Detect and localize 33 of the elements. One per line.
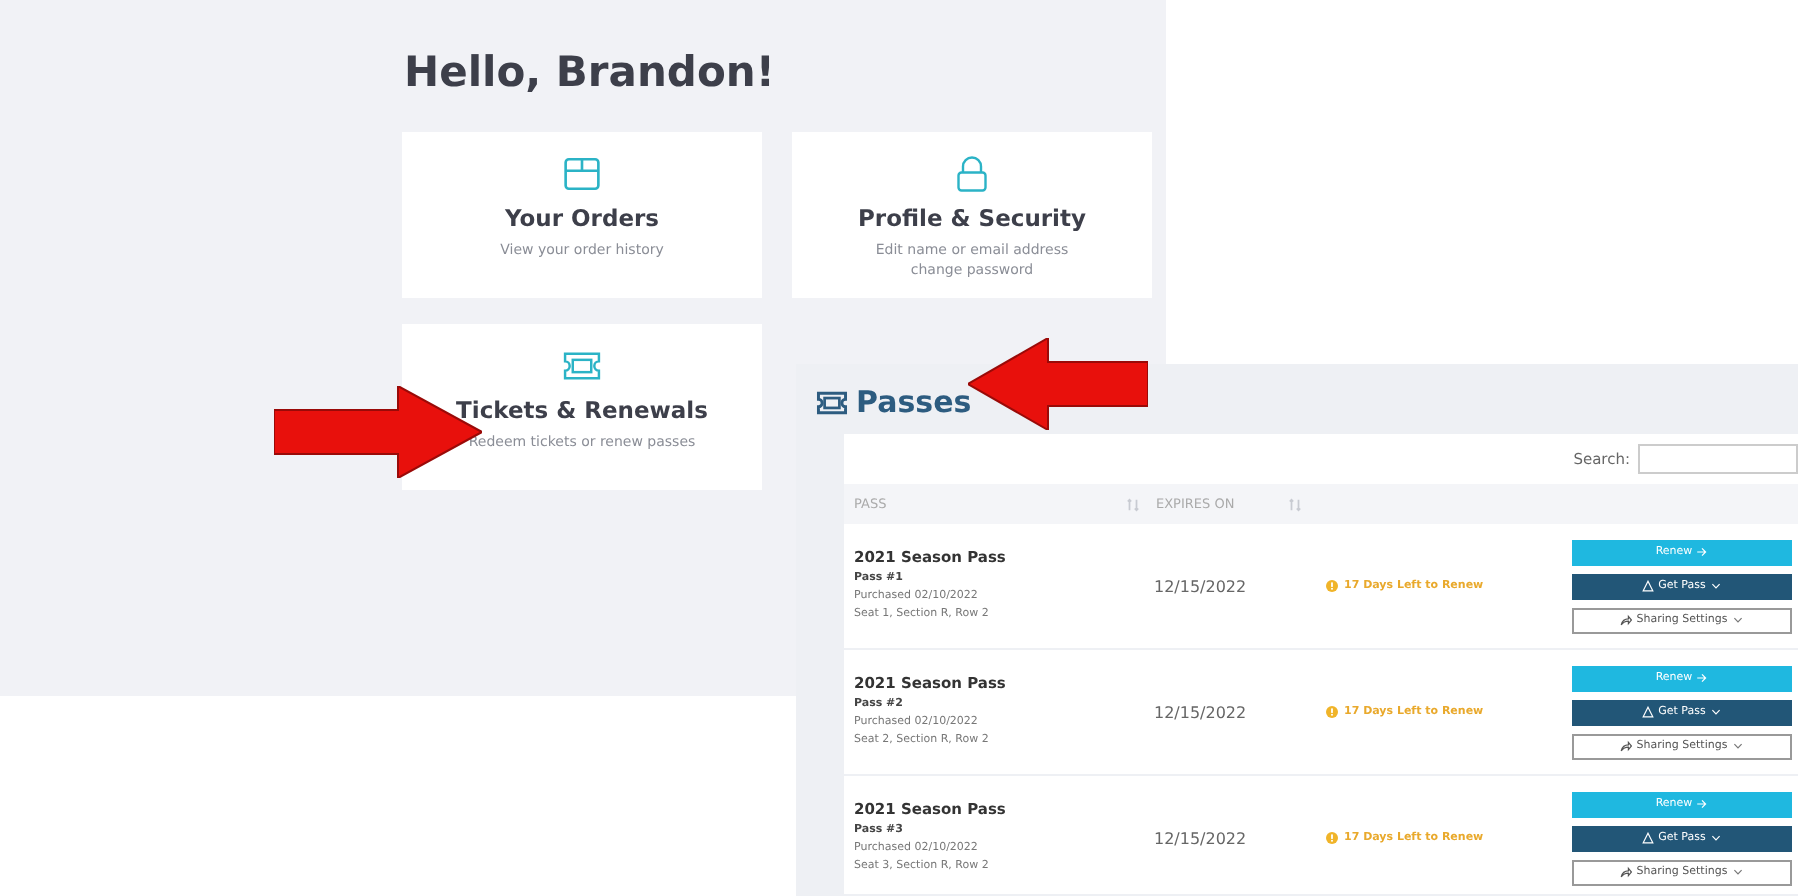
alert-icon [1326, 706, 1338, 718]
share-icon [1620, 740, 1633, 752]
card-title: Profile & Security [858, 204, 1086, 232]
card-title: Your Orders [504, 204, 660, 232]
chevron-down-icon [1731, 866, 1744, 878]
share-icon [1620, 614, 1633, 626]
ticket-icon [816, 389, 848, 415]
chevron-down-icon [1731, 614, 1744, 626]
chevron-down-icon [1709, 832, 1722, 844]
sort-icon[interactable] [1288, 497, 1302, 511]
chevron-down-icon [1709, 706, 1722, 718]
alert-icon [1326, 832, 1338, 844]
search-field[interactable] [1638, 444, 1798, 474]
warning-icon [1642, 580, 1655, 592]
chevron-down-icon [1731, 740, 1744, 752]
warning-icon [1642, 706, 1655, 718]
arrow-right-icon [1696, 672, 1709, 684]
alert-icon [1326, 580, 1338, 592]
arrow-right-icon [1696, 798, 1709, 810]
expiry-date: 12/15/2022 [1154, 829, 1249, 847]
greeting-heading: Hello, Brandon! [404, 48, 777, 96]
expiry-date: 12/15/2022 [1154, 577, 1249, 595]
passes-heading: Passes [856, 384, 972, 420]
lock-icon [952, 156, 992, 192]
chevron-down-icon [1709, 580, 1722, 592]
arrow-right-icon [1696, 546, 1709, 558]
expiry-date: 12/15/2022 [1154, 703, 1249, 721]
card-title: Tickets & Renewals [456, 396, 708, 424]
ticket-icon [562, 348, 602, 384]
sort-icon[interactable] [1126, 497, 1140, 511]
share-icon [1620, 866, 1633, 878]
box-icon [562, 156, 602, 192]
warning-icon [1642, 832, 1655, 844]
